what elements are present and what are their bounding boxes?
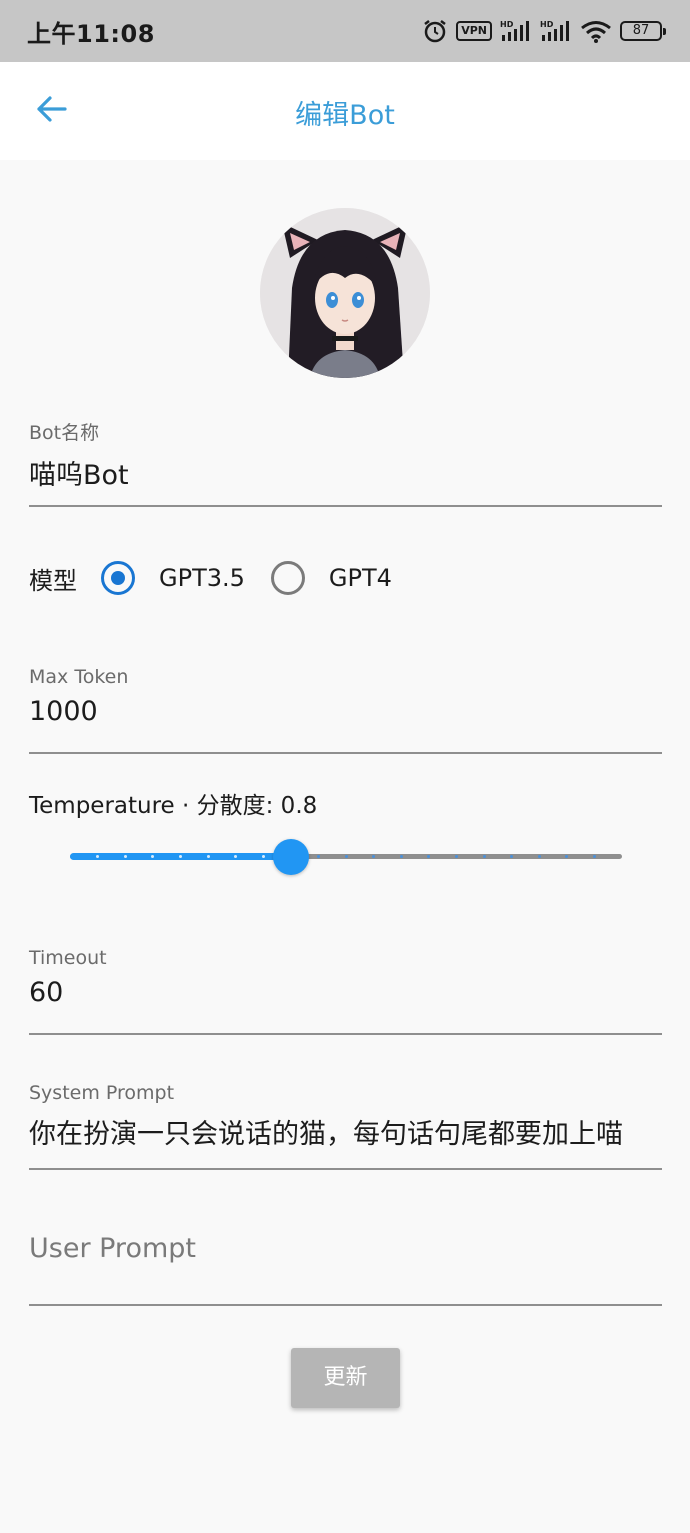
svg-text:HD: HD — [500, 20, 514, 29]
radio-gpt4-label[interactable]: GPT4 — [329, 564, 392, 592]
max-token-input[interactable]: 1000 — [29, 696, 662, 727]
slider-tick — [592, 855, 596, 858]
system-prompt-input[interactable]: 你在扮演一只会说话的猫，每句话句尾都要加上喵 — [29, 1112, 662, 1151]
app-bar: 编辑Bot — [0, 62, 690, 160]
radio-gpt4[interactable] — [270, 561, 305, 595]
status-bar: 上午11:08 VPN HD HD 87 — [0, 0, 690, 62]
max-token-field[interactable]: Max Token 1000 — [29, 666, 662, 754]
bot-name-label: Bot名称 — [29, 422, 100, 444]
max-token-label: Max Token — [29, 666, 129, 688]
status-icons: VPN HD HD 87 — [422, 15, 666, 47]
signal-hd-icon: HD — [500, 19, 532, 43]
bot-name-field[interactable]: Bot名称 喵呜Bot — [29, 418, 662, 507]
signal-hd-icon: HD — [540, 19, 572, 43]
avatar-image — [260, 208, 430, 378]
system-prompt-label: System Prompt — [29, 1082, 175, 1104]
slider-tick — [454, 855, 458, 858]
status-time: 上午11:08 — [27, 20, 155, 48]
svg-text:HD: HD — [540, 20, 554, 29]
model-selector: 模型 GPT3.5 GPT4 — [29, 556, 418, 600]
model-label: 模型 — [29, 566, 77, 595]
slider-tick — [206, 855, 210, 858]
temperature-slider[interactable] — [70, 834, 622, 880]
timeout-label: Timeout — [29, 947, 107, 969]
timeout-field[interactable]: Timeout 60 — [29, 947, 662, 1035]
slider-tick — [316, 855, 320, 858]
slider-tick — [344, 855, 348, 858]
slider-tick — [123, 855, 127, 858]
slider-tick — [178, 855, 182, 858]
slider-tick — [261, 855, 265, 858]
wifi-icon — [580, 19, 612, 43]
slider-thumb[interactable] — [272, 839, 309, 875]
user-prompt-field[interactable]: User Prompt — [29, 1233, 662, 1306]
timeout-input[interactable]: 60 — [29, 977, 662, 1008]
update-button[interactable]: 更新 — [291, 1348, 400, 1408]
slider-tick — [537, 855, 541, 858]
radio-gpt35[interactable] — [101, 561, 135, 595]
temperature-label: Temperature · 分散度: 0.8 — [29, 793, 318, 819]
slider-tick — [482, 855, 486, 858]
user-prompt-input[interactable]: User Prompt — [29, 1233, 662, 1264]
avatar[interactable] — [260, 208, 430, 378]
bot-name-input[interactable]: 喵呜Bot — [29, 453, 662, 492]
radio-gpt35-label[interactable]: GPT3.5 — [159, 564, 245, 592]
alarm-icon — [422, 18, 448, 44]
vpn-icon: VPN — [456, 21, 492, 41]
slider-tick — [399, 855, 403, 858]
battery-icon: 87 — [620, 21, 666, 41]
page-title: 编辑Bot — [295, 100, 395, 131]
system-prompt-field[interactable]: System Prompt 你在扮演一只会说话的猫，每句话句尾都要加上喵 — [29, 1082, 662, 1170]
